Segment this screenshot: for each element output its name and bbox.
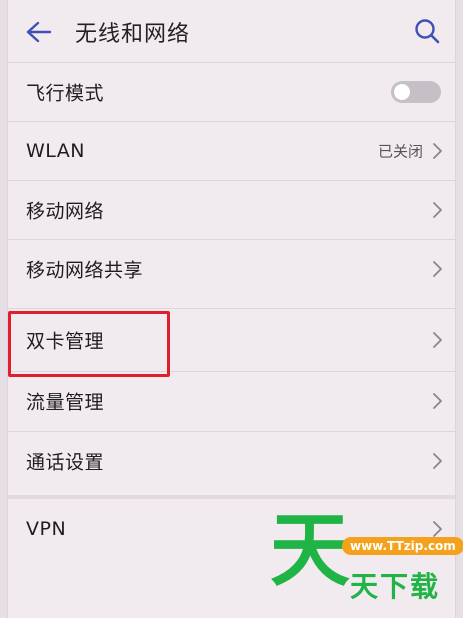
row-label: 通话设置 [26, 451, 105, 474]
toggle-knob [394, 84, 410, 100]
chevron-right-icon [433, 261, 442, 277]
chevron-right-icon [433, 393, 442, 409]
row-label: 流量管理 [26, 391, 105, 414]
watermark-url: www.TTzip.com [342, 537, 463, 555]
row-call-settings[interactable]: 通话设置 [8, 432, 455, 490]
watermark-logo: 天 www.TTzip.com 天下载 [270, 511, 463, 611]
row-mobile-network[interactable]: 移动网络 [8, 181, 455, 239]
row-label: WLAN [26, 140, 86, 162]
chevron-right-icon [433, 202, 442, 218]
watermark-text: 天下载 [350, 570, 441, 603]
app-header: 无线和网络 [8, 0, 455, 62]
highlight-box [8, 311, 170, 377]
row-wlan[interactable]: WLAN 已关闭 [8, 122, 455, 180]
row-label: 移动网络共享 [26, 259, 144, 282]
search-icon[interactable] [413, 17, 441, 45]
page-title: 无线和网络 [75, 22, 191, 47]
row-label: 移动网络 [26, 200, 105, 223]
airplane-mode-toggle[interactable] [391, 81, 441, 103]
row-airplane-mode[interactable]: 飞行模式 [8, 63, 455, 121]
row-data-usage[interactable]: 流量管理 [8, 372, 455, 430]
wlan-status: 已关闭 [377, 142, 423, 161]
row-label: VPN [26, 518, 67, 540]
row-tethering[interactable]: 移动网络共享 [8, 240, 455, 298]
section-gap [8, 495, 455, 499]
chevron-right-icon [433, 143, 442, 159]
divider [8, 308, 455, 309]
chevron-right-icon [433, 332, 442, 348]
chevron-right-icon [433, 453, 442, 469]
watermark-glyph: 天 [270, 504, 350, 597]
back-arrow-icon[interactable] [24, 19, 52, 45]
row-label: 飞行模式 [26, 82, 105, 105]
